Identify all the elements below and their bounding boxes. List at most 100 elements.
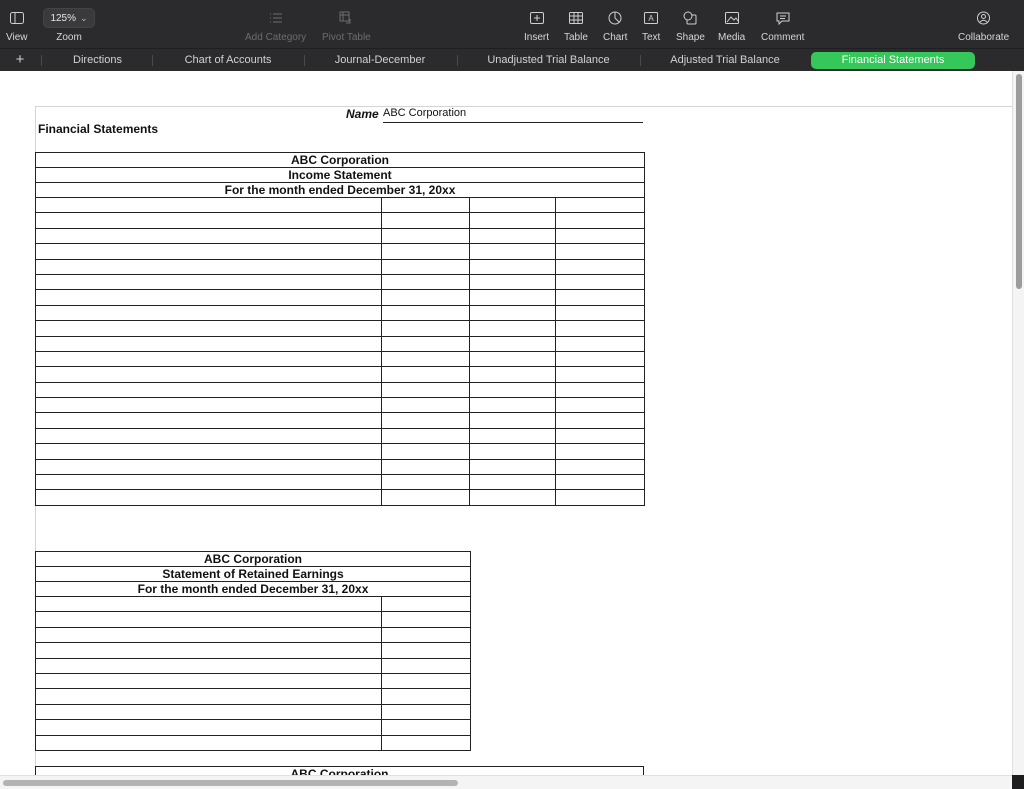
table-cell[interactable]: [35, 366, 382, 383]
table-cell[interactable]: [35, 381, 382, 399]
table-cell[interactable]: [469, 397, 556, 414]
income-statement-table[interactable]: ABC Corporation Income Statement For the…: [35, 152, 645, 506]
zoom-select[interactable]: 125% ⌄: [43, 8, 95, 28]
tab-unadjusted-trial-balance[interactable]: Unadjusted Trial Balance: [458, 49, 639, 71]
table-cell[interactable]: [469, 243, 556, 260]
table-cell[interactable]: [555, 412, 645, 429]
table-cell[interactable]: [469, 366, 556, 383]
table-cell[interactable]: [35, 688, 382, 705]
shape-button[interactable]: Shape: [676, 7, 705, 43]
table-cell[interactable]: [35, 489, 382, 506]
re-company-header[interactable]: ABC Corporation: [35, 551, 471, 567]
table-cell[interactable]: [35, 412, 382, 429]
table-cell[interactable]: [555, 366, 645, 383]
tab-adjusted-trial-balance[interactable]: Adjusted Trial Balance: [641, 49, 809, 71]
table-cell[interactable]: [381, 397, 470, 414]
table-cell[interactable]: [381, 212, 470, 229]
table-cell[interactable]: [381, 458, 470, 476]
insert-button[interactable]: Insert: [524, 7, 549, 43]
income-company-header[interactable]: ABC Corporation: [35, 152, 645, 168]
table-cell[interactable]: [469, 289, 556, 306]
table-cell[interactable]: [555, 474, 645, 491]
re-title-header[interactable]: Statement of Retained Earnings: [35, 566, 471, 582]
table-cell[interactable]: [35, 595, 382, 613]
table-cell[interactable]: [381, 734, 471, 751]
text-button[interactable]: A Text: [642, 7, 660, 43]
table-cell[interactable]: [381, 366, 470, 383]
table-cell[interactable]: [381, 196, 470, 214]
table-cell[interactable]: [555, 243, 645, 260]
table-cell[interactable]: [555, 289, 645, 306]
table-cell[interactable]: [35, 443, 382, 460]
table-cell[interactable]: [469, 458, 556, 476]
table-cell[interactable]: [381, 427, 470, 445]
table-cell[interactable]: [381, 273, 470, 291]
table-cell[interactable]: [35, 611, 382, 628]
collaborate-button[interactable]: Collaborate: [958, 7, 1009, 43]
table-cell[interactable]: [35, 719, 382, 736]
tab-chart-of-accounts[interactable]: Chart of Accounts: [153, 49, 303, 71]
table-cell[interactable]: [555, 320, 645, 337]
table-cell[interactable]: [381, 304, 470, 322]
table-cell[interactable]: [35, 734, 382, 751]
table-cell[interactable]: [35, 212, 382, 229]
table-cell[interactable]: [35, 657, 382, 674]
table-cell[interactable]: [469, 474, 556, 491]
zoom-control[interactable]: 125% ⌄ Zoom: [43, 7, 95, 43]
table-cell[interactable]: [381, 258, 470, 275]
table-cell[interactable]: [35, 335, 382, 352]
table-cell[interactable]: [555, 443, 645, 460]
tab-journal-december[interactable]: Journal-December: [305, 49, 455, 71]
horizontal-scrollbar[interactable]: [0, 775, 1012, 789]
table-cell[interactable]: [35, 703, 382, 721]
table-cell[interactable]: [555, 335, 645, 352]
table-cell[interactable]: [381, 335, 470, 352]
table-cell[interactable]: [555, 381, 645, 399]
table-cell[interactable]: [555, 397, 645, 414]
table-cell[interactable]: [35, 350, 382, 368]
table-cell[interactable]: [555, 458, 645, 476]
table-cell[interactable]: [381, 489, 470, 506]
table-cell[interactable]: [469, 304, 556, 322]
table-cell[interactable]: [469, 489, 556, 506]
table-cell[interactable]: [381, 381, 470, 399]
table-cell[interactable]: [35, 258, 382, 275]
table-cell[interactable]: [381, 227, 470, 245]
table-cell[interactable]: [35, 196, 382, 214]
table-cell[interactable]: [35, 642, 382, 659]
add-category-button[interactable]: Add Category: [245, 7, 306, 43]
table-cell[interactable]: [381, 642, 471, 659]
table-cell[interactable]: [381, 611, 471, 628]
table-cell[interactable]: [469, 212, 556, 229]
table-cell[interactable]: [381, 657, 471, 674]
table-cell[interactable]: [381, 412, 470, 429]
view-button[interactable]: View: [6, 7, 28, 43]
third-statement-table[interactable]: ABC Corporation: [35, 766, 644, 775]
table-cell[interactable]: [381, 703, 471, 721]
table-cell[interactable]: [381, 595, 471, 613]
table-cell[interactable]: [381, 320, 470, 337]
table-cell[interactable]: [469, 258, 556, 275]
table-cell[interactable]: [35, 626, 382, 644]
table-button[interactable]: Table: [564, 7, 588, 43]
comment-button[interactable]: Comment: [761, 7, 804, 43]
vertical-scroll-thumb[interactable]: [1016, 74, 1022, 289]
table-cell[interactable]: [469, 412, 556, 429]
add-sheet-button[interactable]: +: [10, 49, 30, 71]
table-cell[interactable]: [555, 196, 645, 214]
table-cell[interactable]: [381, 688, 471, 705]
table-cell[interactable]: [469, 320, 556, 337]
tab-directions[interactable]: Directions: [44, 49, 151, 71]
table-cell[interactable]: [381, 350, 470, 368]
table-cell[interactable]: [381, 626, 471, 644]
table-cell[interactable]: [469, 273, 556, 291]
table-cell[interactable]: [555, 258, 645, 275]
re-period-header[interactable]: For the month ended December 31, 20xx: [35, 581, 471, 597]
sheet-canvas[interactable]: Name ABC Corporation Financial Statement…: [0, 71, 1012, 775]
table-cell[interactable]: [469, 443, 556, 460]
table-cell[interactable]: [35, 458, 382, 476]
table-cell[interactable]: [469, 227, 556, 245]
name-field[interactable]: ABC Corporation: [383, 107, 643, 123]
table-cell[interactable]: [381, 474, 470, 491]
income-period-header[interactable]: For the month ended December 31, 20xx: [35, 182, 645, 198]
